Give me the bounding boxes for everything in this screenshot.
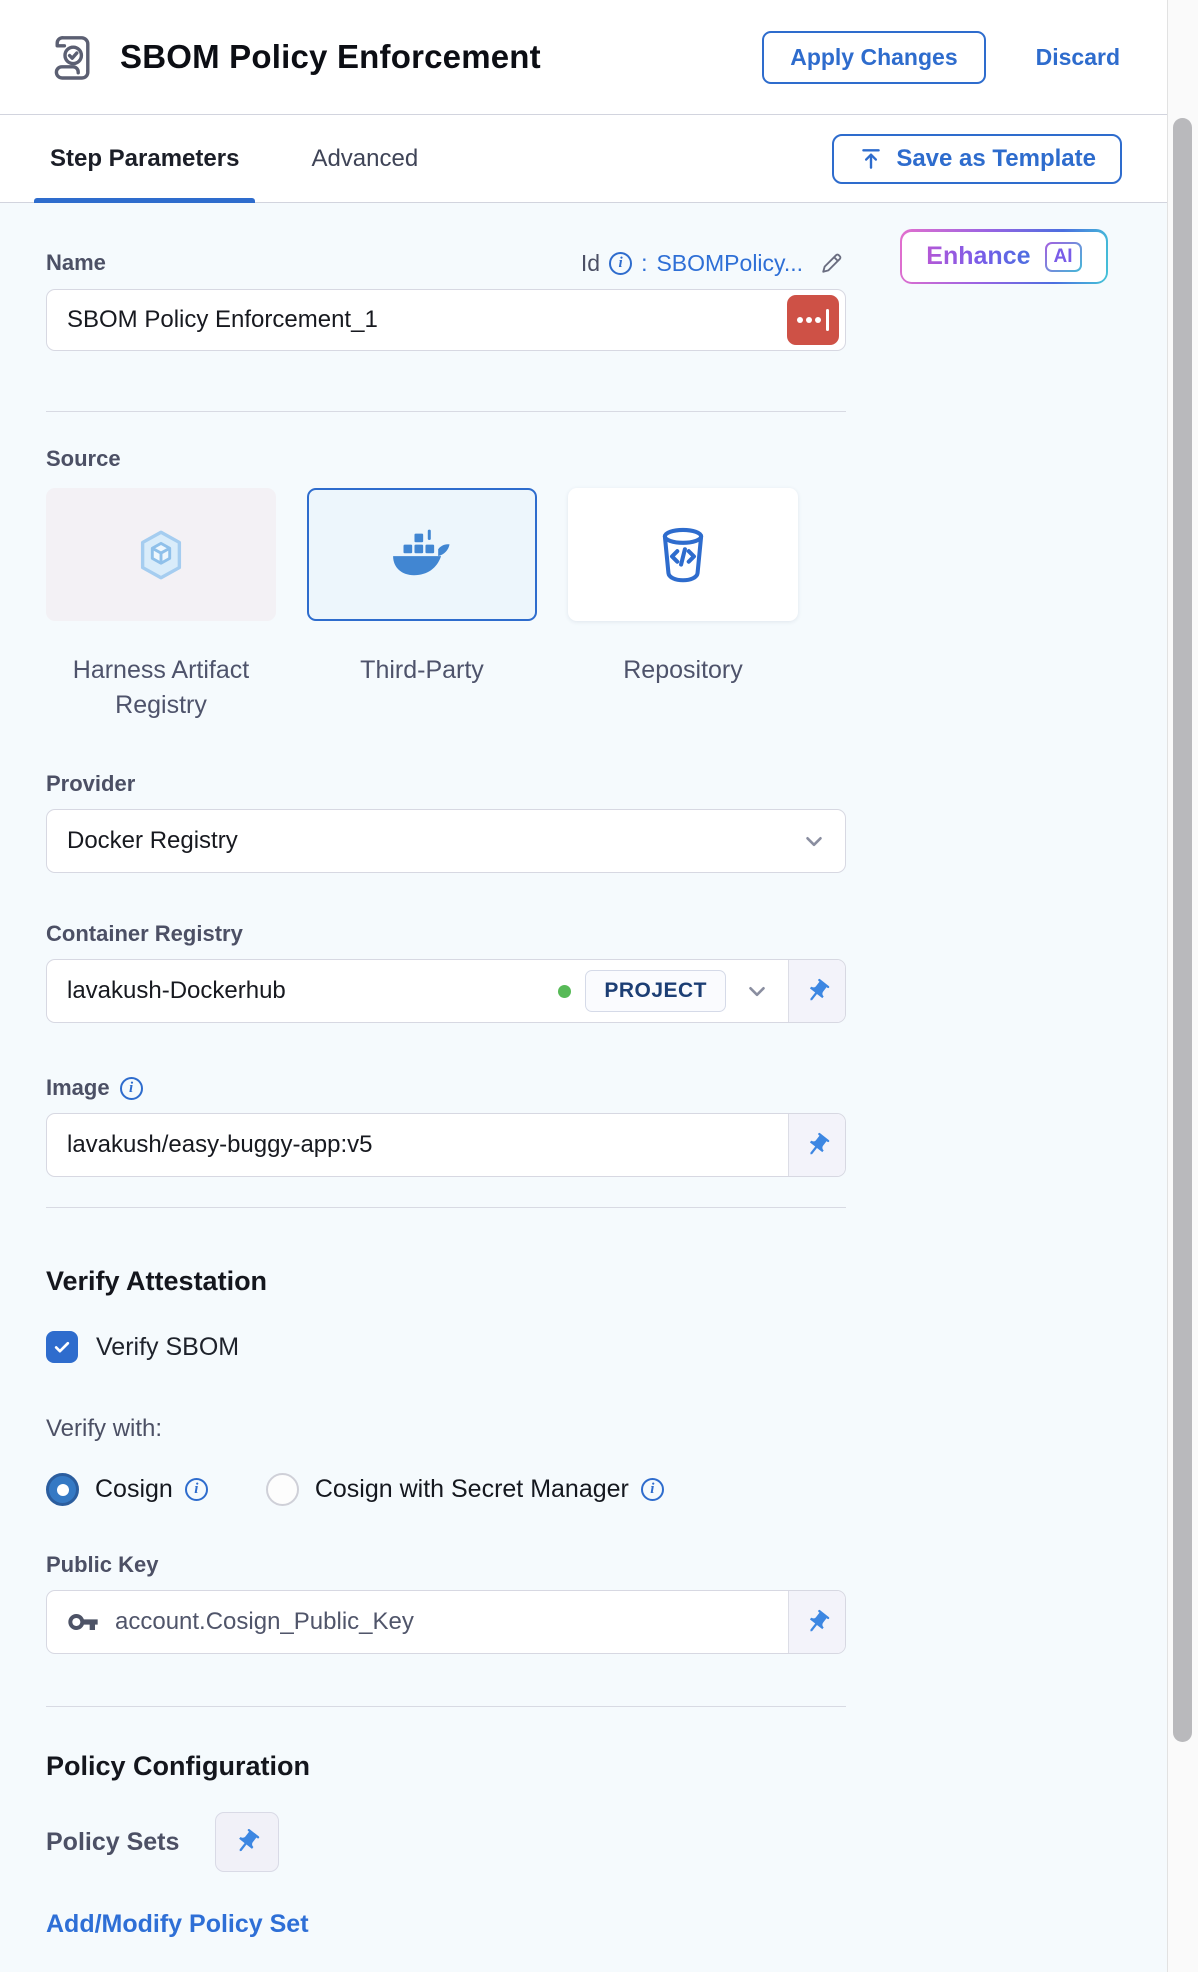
image-info-icon[interactable]: i: [120, 1077, 143, 1100]
save-as-template-button[interactable]: Save as Template: [832, 134, 1122, 184]
container-registry-field[interactable]: lavakush-Dockerhub PROJECT: [46, 959, 846, 1023]
verify-with-label: Verify with:: [46, 1415, 846, 1443]
verify-with-radio-group: Cosign i Cosign with Secret Manager i: [46, 1473, 846, 1506]
policy-sets-label: Policy Sets: [46, 1828, 179, 1857]
repository-icon: [654, 524, 712, 586]
vertical-scrollbar: [1167, 0, 1198, 1972]
radio-cosign-secret-manager-label: Cosign with Secret Manager: [315, 1475, 629, 1504]
page-title: SBOM Policy Enforcement: [120, 38, 762, 76]
public-key-field[interactable]: account.Cosign_Public_Key: [46, 1590, 846, 1654]
verify-sbom-label: Verify SBOM: [96, 1333, 239, 1362]
source-card-third-party[interactable]: [307, 488, 537, 621]
checkbox-checked-icon[interactable]: [46, 1331, 78, 1363]
radio-cosign[interactable]: [46, 1473, 79, 1506]
panel-header: SBOM Policy Enforcement Apply Changes Di…: [0, 0, 1168, 115]
image-label: Image: [46, 1075, 110, 1101]
divider: [46, 1706, 846, 1707]
scrollbar-thumb[interactable]: [1173, 118, 1192, 1742]
enhance-ai-button[interactable]: Enhance AI: [900, 229, 1108, 284]
cosign-secret-manager-info-icon[interactable]: i: [641, 1478, 664, 1501]
tab-bar: Step Parameters Advanced Save as Templat…: [0, 115, 1168, 203]
pin-icon[interactable]: [788, 960, 845, 1022]
source-card-labels: Harness Artifact Registry Third-Party Re…: [46, 653, 846, 723]
apply-changes-button[interactable]: Apply Changes: [762, 31, 985, 84]
public-key-label: Public Key: [46, 1552, 846, 1578]
edit-id-icon[interactable]: [818, 249, 846, 277]
source-card-repository[interactable]: [568, 488, 798, 621]
ai-badge: AI: [1045, 242, 1082, 272]
container-registry-label: Container Registry: [46, 921, 846, 947]
provider-value: Docker Registry: [47, 827, 783, 855]
step-config-panel: SBOM Policy Enforcement Apply Changes Di…: [0, 0, 1198, 1972]
container-registry-value: lavakush-Dockerhub: [47, 977, 548, 1005]
policy-configuration-heading: Policy Configuration: [46, 1751, 846, 1782]
card-label-third-party: Third-Party: [307, 653, 537, 723]
radio-cosign-secret-manager[interactable]: [266, 1473, 299, 1506]
add-modify-policy-set-link[interactable]: Add/Modify Policy Set: [46, 1910, 309, 1939]
source-label: Source: [46, 446, 846, 472]
image-label-row: Image i: [46, 1075, 846, 1101]
upload-icon: [858, 146, 884, 172]
tab-advanced[interactable]: Advanced: [307, 115, 422, 202]
step-parameters-content: Enhance AI Name Id i : SBOMPolicy...: [0, 203, 1168, 1972]
policy-sets-row: Policy Sets: [46, 1812, 846, 1872]
pin-icon[interactable]: [788, 1114, 845, 1176]
id-info-icon[interactable]: i: [609, 252, 632, 275]
radio-cosign-label: Cosign: [95, 1475, 173, 1504]
cosign-info-icon[interactable]: i: [185, 1478, 208, 1501]
tab-step-parameters[interactable]: Step Parameters: [46, 115, 243, 202]
connector-status-dot: [558, 985, 571, 998]
chevron-down-icon: [801, 828, 827, 854]
source-cards: [46, 488, 846, 621]
policy-sets-pin-button[interactable]: [215, 1812, 279, 1872]
image-field: [46, 1113, 846, 1177]
card-label-harness-artifact-registry: Harness Artifact Registry: [46, 653, 276, 723]
chevron-down-icon[interactable]: [744, 978, 770, 1004]
name-input[interactable]: [47, 290, 787, 350]
verify-sbom-checkbox-row[interactable]: Verify SBOM: [46, 1331, 846, 1363]
divider: [46, 1207, 846, 1208]
sbom-scroll-icon: [46, 29, 98, 85]
key-icon: [67, 1606, 99, 1638]
step-id: Id i : SBOMPolicy...: [581, 249, 846, 277]
public-key-value: account.Cosign_Public_Key: [115, 1608, 414, 1636]
card-label-repository: Repository: [568, 653, 798, 723]
harness-artifact-registry-icon: [132, 526, 190, 584]
verify-attestation-heading: Verify Attestation: [46, 1266, 846, 1297]
name-id-row: Name Id i : SBOMPolicy...: [46, 249, 846, 277]
source-card-harness-artifact-registry[interactable]: [46, 488, 276, 621]
provider-select[interactable]: Docker Registry: [46, 809, 846, 873]
enhance-label: Enhance: [926, 242, 1030, 271]
pin-icon[interactable]: [788, 1591, 845, 1653]
image-input[interactable]: [47, 1114, 788, 1176]
scope-badge: PROJECT: [585, 970, 726, 1012]
provider-label: Provider: [46, 771, 846, 797]
name-label: Name: [46, 250, 106, 276]
divider: [46, 411, 846, 412]
discard-button[interactable]: Discard: [1030, 43, 1126, 72]
id-value: SBOMPolicy...: [656, 250, 803, 277]
docker-icon: [385, 527, 459, 583]
runtime-input-type-icon[interactable]: [787, 295, 839, 345]
name-field: [46, 289, 846, 351]
